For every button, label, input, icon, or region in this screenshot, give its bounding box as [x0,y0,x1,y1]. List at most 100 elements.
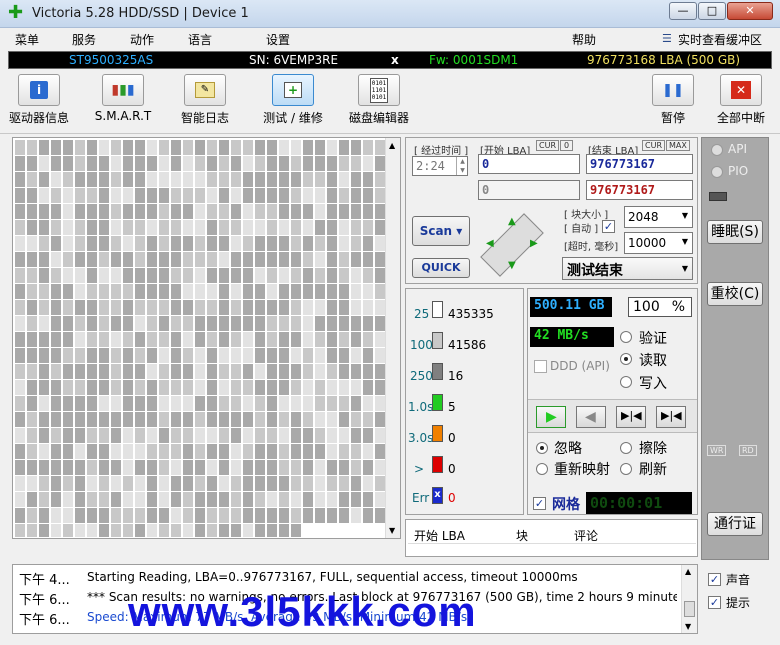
skip-back-button[interactable]: ▶|◀ [616,406,646,428]
ignore-radio[interactable] [536,442,548,454]
sector-block [351,492,361,507]
maximize-button[interactable]: □ [698,2,726,20]
pio-radio[interactable] [711,166,723,178]
sector-block [279,316,289,331]
col-start-lba[interactable]: 开始 LBA [414,527,465,544]
recalibrate-button[interactable]: 重校(C) [707,282,763,306]
sector-block [183,380,193,395]
log-scroll-thumb[interactable] [684,601,695,617]
passport-button[interactable]: 通行证 [707,512,763,536]
bar-1s [432,394,443,411]
down-arrow-icon[interactable]: ▼ [508,260,516,271]
verify-radio[interactable] [620,331,632,343]
sector-block [219,428,229,443]
refresh-radio[interactable] [620,463,632,475]
end-cur-button[interactable]: CUR [642,140,665,151]
col-block[interactable]: 块 [516,527,528,544]
auto-checkbox[interactable]: ✓ [602,220,615,233]
start-cur-button[interactable]: CUR [536,140,559,151]
menu-action[interactable]: 动作 [130,31,154,48]
api-radio[interactable] [711,144,723,156]
grid-checkbox[interactable]: ✓ [533,497,546,510]
sector-block [267,364,277,379]
end-lba-input[interactable] [586,154,693,174]
sector-block [15,300,25,315]
start-zero-button[interactable]: 0 [560,140,574,151]
sector-block [375,396,385,411]
left-arrow-icon[interactable]: ◀ [486,238,494,249]
menu-language[interactable]: 语言 [188,31,212,48]
timeout-select[interactable]: 10000 ▼ [624,232,693,254]
sector-block [135,460,145,475]
sector-block [303,284,313,299]
drive-info-button[interactable]: i 驱动器信息 [6,74,72,132]
sector-block [351,236,361,251]
smart-log-button[interactable]: ✎ 智能日志 [172,74,238,132]
elapsed-spinner[interactable]: ▲ ▼ [456,157,468,175]
hints-checkbox[interactable]: ✓ [708,596,721,609]
play-forward-button[interactable]: ▶ [536,406,566,428]
sector-block [171,332,181,347]
scan-button[interactable]: Scan ▾ [412,216,470,246]
log-scrollbar[interactable]: ▲ ▼ [681,565,697,633]
sector-block [147,236,157,251]
sector-block [243,252,253,267]
sector-block [243,428,253,443]
skip-forward-button[interactable]: ▶|◀ [656,406,686,428]
menu-main[interactable]: 菜单 [15,31,39,48]
read-radio[interactable] [620,353,632,365]
wr-indicator: WR [707,445,727,456]
right-arrow-icon[interactable]: ▶ [530,238,538,249]
drive-close-icon[interactable]: x [391,53,399,67]
quick-button[interactable]: QUICK [412,258,470,278]
sector-block [339,476,349,491]
sector-block [75,460,85,475]
play-backward-button[interactable]: ◀ [576,406,606,428]
sector-block [315,220,325,235]
sector-block [27,316,37,331]
sector-block [111,140,121,155]
sector-block [111,236,121,251]
test-repair-button[interactable]: + 测试 / 维修 [258,74,328,132]
sector-block [363,172,373,187]
log-scroll-up-icon[interactable]: ▲ [685,567,691,576]
sector-block [159,204,169,219]
direction-pad[interactable]: ▲ ▼ ◀ ▶ [480,213,546,277]
scroll-up-icon[interactable]: ▲ [389,141,395,150]
sector-block [123,236,133,251]
sector-block [375,268,385,283]
menu-buffer[interactable]: 实时查看缓冲区 [678,31,762,48]
pause-button[interactable]: ❚❚ 暂停 [648,74,698,132]
write-radio[interactable] [620,376,632,388]
scroll-down-icon[interactable]: ▼ [389,526,395,535]
sector-block [363,428,373,443]
sector-block [231,236,241,251]
block-size-select[interactable]: 2048 ▼ [624,206,693,228]
sector-block [183,524,193,537]
menu-help[interactable]: 帮助 [572,31,596,48]
abort-all-button[interactable]: ✕ 全部中断 [712,74,770,132]
ddd-checkbox[interactable] [534,360,547,373]
sound-checkbox[interactable]: ✓ [708,573,721,586]
close-button[interactable]: ✕ [727,2,773,20]
sector-block [63,524,73,537]
log-scroll-down-icon[interactable]: ▼ [685,622,691,631]
minimize-button[interactable]: — [669,2,697,20]
map-scrollbar[interactable]: ▲ ▼ [385,138,400,538]
erase-radio[interactable] [620,442,632,454]
start-lba-input[interactable] [478,154,580,174]
sector-block [207,252,217,267]
up-arrow-icon[interactable]: ▲ [508,216,516,227]
stat-label-25: 25 [414,307,430,321]
remap-radio[interactable] [536,463,548,475]
sector-block [351,204,361,219]
smart-button[interactable]: ▮ ▮ ▮ S.M.A.R.T [90,74,156,132]
end-max-button[interactable]: MAX [666,140,690,151]
menu-settings[interactable]: 设置 [266,31,290,48]
status-select[interactable]: 测试结束 ▼ [562,257,693,280]
menu-service[interactable]: 服务 [72,31,96,48]
current-lba-field [478,180,580,200]
col-comment[interactable]: 评论 [574,527,598,544]
disk-editor-button[interactable]: 0101 1101 0101 磁盘编辑器 [344,74,414,132]
sleep-button[interactable]: 睡眠(S) [707,220,763,244]
